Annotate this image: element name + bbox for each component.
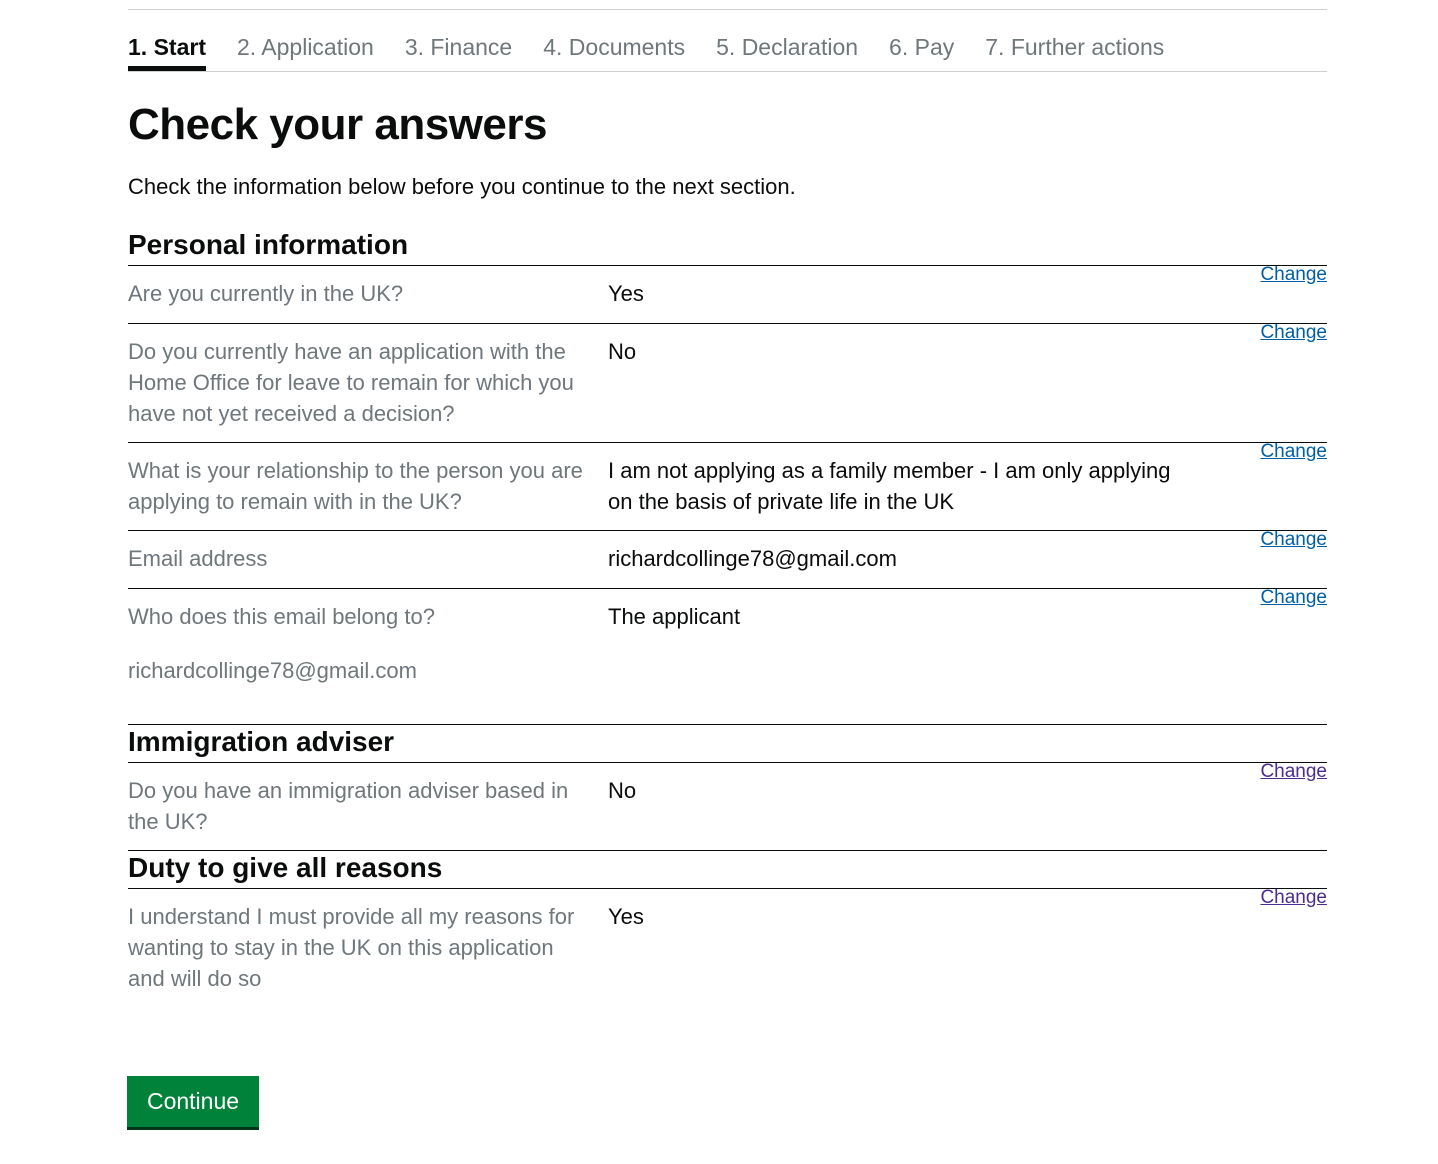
row-answer: Yes — [608, 281, 644, 306]
continue-button[interactable]: Continue — [127, 1076, 259, 1127]
intro-text: Check the information below before you c… — [128, 174, 796, 199]
change-link-immigration-adviser[interactable]: Change — [1260, 760, 1327, 784]
step-pay[interactable]: 6. Pay — [889, 30, 954, 71]
section-title-personal-information: Personal information — [128, 229, 409, 260]
row-divider — [128, 530, 1327, 531]
step-application[interactable]: 2. Application — [237, 30, 374, 71]
row-answer: Yes — [608, 904, 644, 929]
step-documents[interactable]: 4. Documents — [543, 30, 685, 71]
step-further-actions[interactable]: 7. Further actions — [985, 30, 1164, 71]
section-divider — [128, 762, 1327, 763]
change-link-relationship[interactable]: Change — [1260, 440, 1327, 464]
row-question: Who does this email belong to? — [128, 604, 435, 629]
row-question: Do you currently have an application wit… — [128, 339, 574, 426]
row-divider — [128, 442, 1327, 443]
section-divider — [128, 888, 1327, 889]
change-link-email-owner[interactable]: Change — [1260, 586, 1327, 610]
change-link-pending-application[interactable]: Change — [1260, 321, 1327, 345]
step-start[interactable]: 1. Start — [128, 30, 206, 71]
step-finance[interactable]: 3. Finance — [405, 30, 512, 71]
section-divider — [128, 265, 1327, 266]
row-answer: No — [608, 778, 637, 803]
row-divider — [128, 323, 1327, 324]
progress-steps: 1. Start 2. Application 3. Finance 4. Do… — [128, 30, 1327, 72]
email-owner-detail: richardcollinge78@gmail.com — [128, 658, 417, 683]
page-title: Check your answers — [128, 100, 547, 149]
section-title-immigration-adviser: Immigration adviser — [128, 726, 395, 757]
row-question: Are you currently in the UK? — [128, 281, 404, 306]
row-answer: richardcollinge78@gmail.com — [608, 546, 897, 571]
change-link-in-uk[interactable]: Change — [1260, 263, 1327, 287]
row-answer: I am not applying as a family member - I… — [608, 458, 1171, 514]
row-answer: The applicant — [608, 604, 741, 629]
change-link-duty-to-give-reasons[interactable]: Change — [1260, 886, 1327, 910]
row-question: Email address — [128, 546, 268, 571]
change-link-email-address[interactable]: Change — [1260, 528, 1327, 552]
section-title-duty-to-give-reasons: Duty to give all reasons — [128, 852, 443, 883]
row-question: Do you have an immigration adviser based… — [128, 778, 569, 834]
row-divider — [128, 588, 1327, 589]
row-question: What is your relationship to the person … — [128, 458, 583, 514]
step-declaration[interactable]: 5. Declaration — [716, 30, 858, 71]
top-divider — [128, 9, 1327, 10]
row-question: I understand I must provide all my reaso… — [128, 904, 575, 991]
row-answer: No — [608, 339, 637, 364]
